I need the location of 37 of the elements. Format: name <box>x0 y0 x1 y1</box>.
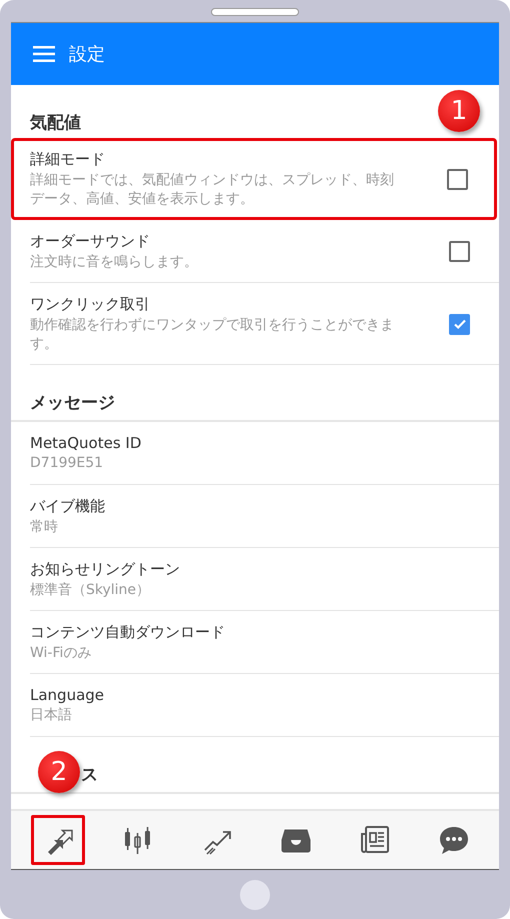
setting-title: 詳細モード <box>30 150 106 169</box>
setting-title: Language <box>30 686 106 704</box>
setting-description: 標準音（Skyline） <box>30 580 152 600</box>
section-title: ス <box>81 764 98 786</box>
menu-icon <box>33 46 55 62</box>
chat-bubble-icon <box>438 824 470 856</box>
setting-title: コンテンツ自動ダウンロード <box>30 622 226 642</box>
setting-row[interactable]: お知らせリングトーン 標準音（Skyline） <box>30 548 499 611</box>
setting-description: 日本語 <box>30 706 73 725</box>
setting-row[interactable]: MetaQuotes ID D7199E51 <box>30 422 499 485</box>
setting-description: 詳細モードでは、気配値ウィンドウは、スプレッド、時刻データ、高値、安値を表示します。 <box>30 171 395 209</box>
section-title: メッセージ <box>30 392 115 414</box>
setting-title: お知らせリングトーン <box>30 560 181 579</box>
setting-description: 注文時に音を鳴らします。 <box>30 252 199 272</box>
checkbox[interactable] <box>449 241 470 262</box>
checkbox[interactable] <box>447 168 468 190</box>
setting-row[interactable]: バイブ機能 常時 <box>30 484 499 548</box>
menu-button[interactable] <box>33 46 55 62</box>
number-badge: 2 <box>38 750 80 793</box>
setting-title: ワンクリック取引 <box>30 294 151 314</box>
setting-row[interactable]: ワンクリック取引 動作確認を行わずにワンタップで取引を行うことができます。 <box>30 282 499 365</box>
section-title: 気配値 <box>30 112 81 134</box>
nav-button[interactable] <box>30 815 84 865</box>
setting-description: Wi-Fiのみ <box>30 644 92 662</box>
setting-row[interactable]: コンテンツ自動ダウンロード Wi-Fiのみ <box>30 610 499 674</box>
number-badge: 1 <box>438 90 480 132</box>
setting-description: D7199E51 <box>30 454 104 473</box>
setting-title: MetaQuotes ID <box>30 434 142 452</box>
setting-row[interactable]: オーダーサウンド 注文時に音を鳴らします。 <box>30 220 499 283</box>
setting-description: 常時 <box>30 518 59 536</box>
setting-row[interactable]: Language 日本語 <box>30 674 499 737</box>
setting-title: オーダーサウンド <box>30 232 151 251</box>
setting-title: バイブ機能 <box>30 496 106 516</box>
checkbox[interactable] <box>449 314 470 335</box>
screen-title: 設定 <box>69 43 105 66</box>
setting-description: 動作確認を行わずにワンタップで取引を行うことができます。 <box>30 316 395 354</box>
newspaper-icon <box>358 824 390 856</box>
